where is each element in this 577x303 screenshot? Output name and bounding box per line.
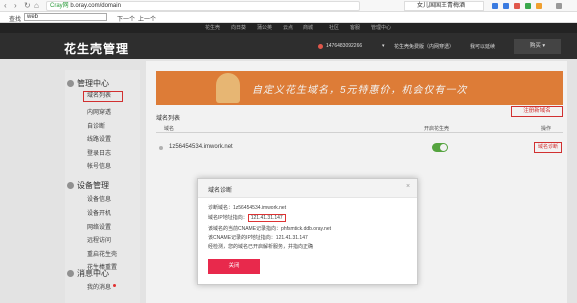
dialog-line-domain: 诊断域名：1z56454534.imwork.net: [208, 205, 287, 211]
site-header: 花生壳管理 1476483092266 ▾ 花生壳免费版（内网穿透） 我可以延续…: [0, 33, 577, 59]
diagnosis-dialog: 域名诊断 × 诊断域名：1z56454534.imwork.net 域名IP地址…: [197, 178, 418, 285]
url-text: b.oray.com/domain: [70, 3, 121, 9]
find-prev-button[interactable]: 上一个: [138, 14, 156, 23]
upgrade-link[interactable]: 我可以延续: [470, 43, 495, 50]
top-nav-item[interactable]: 商城: [303, 24, 313, 31]
find-next-button[interactable]: 下一个: [117, 14, 135, 23]
top-nav-item[interactable]: 蒲公英: [257, 24, 272, 31]
extension-icon[interactable]: [536, 3, 542, 9]
address-bar[interactable]: Cray网 b.oray.com/domain: [46, 1, 360, 11]
chevron-down-icon[interactable]: ▾: [382, 43, 385, 49]
forward-icon[interactable]: ›: [14, 2, 17, 10]
top-nav-item[interactable]: 向日葵: [231, 24, 246, 31]
browser-search-input[interactable]: 女儿国国王青梅酒: [404, 1, 484, 11]
close-icon[interactable]: ×: [406, 183, 410, 190]
find-label: 查找: [9, 17, 22, 23]
site-badge: Cray网: [50, 3, 69, 9]
home-icon[interactable]: ⌂: [34, 2, 39, 10]
extension-icon[interactable]: [503, 3, 509, 9]
reload-icon[interactable]: ↻: [24, 2, 31, 10]
account-name[interactable]: 1476483092266: [326, 43, 362, 49]
top-nav-item[interactable]: 云点: [283, 24, 293, 31]
top-nav-item[interactable]: 社区: [329, 24, 339, 31]
extension-icon[interactable]: [514, 3, 520, 9]
buy-button[interactable]: 购买 ▾: [514, 39, 561, 54]
browser-toolbar: ‹ › ↻ ⌂ Cray网 b.oray.com/domain 女儿国国王青梅酒: [0, 0, 577, 12]
dialog-title: 域名诊断: [208, 188, 233, 194]
dialog-header: 域名诊断 ×: [198, 179, 417, 198]
find-input[interactable]: web: [24, 13, 107, 21]
extension-icon[interactable]: [492, 3, 498, 9]
top-nav-item[interactable]: 客服: [350, 24, 360, 31]
top-nav-item[interactable]: 管理中心: [371, 24, 391, 31]
dialog-line-ip: 域名IP地址指向： 121.41.31.147: [208, 214, 286, 222]
extension-icon[interactable]: [525, 3, 531, 9]
dialog-line-cname: 该域名的当前CNAME记录指向：phfsmtick.ddb.oray.net: [208, 226, 331, 232]
site-logo[interactable]: 花生壳管理: [64, 40, 129, 57]
close-button[interactable]: 关闭: [208, 259, 260, 274]
back-icon[interactable]: ‹: [4, 2, 7, 10]
ip-value: 121.41.31.147: [247, 214, 286, 222]
dialog-line-result: 经检测，您的域名已开启解析服务，并指向正确: [208, 244, 314, 250]
find-bar: 查找 web 下一个 上一个: [0, 12, 577, 23]
service-name[interactable]: 花生壳免费版（内网穿透）: [394, 43, 454, 50]
top-nav-item[interactable]: 花生壳: [205, 24, 220, 31]
top-nav: 花生壳 向日葵 蒲公英 云点 商城 社区 客服 管理中心: [0, 23, 577, 33]
buy-button-label: 购买: [529, 43, 541, 49]
menu-icon[interactable]: [556, 3, 562, 9]
user-icon: [318, 44, 323, 49]
dialog-line-cname-ip: 该CNAME记录的IP地址指向：121.41.31.147: [208, 235, 308, 241]
